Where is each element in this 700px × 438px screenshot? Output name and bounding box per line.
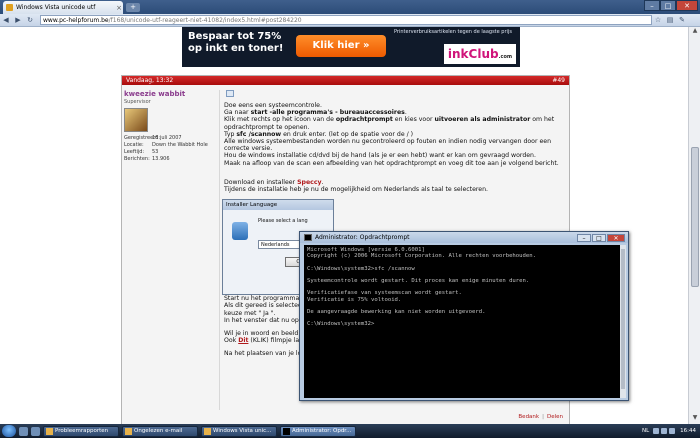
quicklaunch-desktop-icon[interactable] — [19, 426, 28, 436]
user-info-row: Berichten: 13.906 — [124, 156, 170, 162]
cmd-scrollbar[interactable] — [620, 245, 626, 398]
share-button[interactable]: Delen — [547, 414, 563, 420]
avatar[interactable] — [124, 108, 148, 132]
thank-button[interactable]: Bedank — [518, 414, 539, 420]
browser-icon — [204, 427, 211, 435]
tab-strip: Windows Vista unicode utf × + – □ ✕ — [0, 0, 700, 14]
page-scrollbar[interactable]: ▲ ▼ — [688, 27, 700, 424]
scroll-down-icon[interactable]: ▼ — [689, 414, 700, 424]
tab-forum[interactable]: Windows Vista unicode utf × — [3, 1, 123, 14]
post-date: Vandaag, 13:32 — [126, 77, 174, 84]
page-menu-icon[interactable]: ▤ — [664, 15, 676, 26]
taskbar-button[interactable]: Probleemrapporten — [43, 425, 119, 437]
cmd-maximize-button[interactable]: □ — [592, 233, 606, 242]
banner-cta-button[interactable]: Klik hier » — [296, 35, 386, 57]
window-controls: – □ ✕ — [644, 0, 698, 11]
post-footer: Bedank | Delen — [518, 414, 563, 420]
taskbar-button[interactable]: Ongelezen e-mail — [122, 425, 198, 437]
post-icon — [226, 90, 234, 97]
cmd-scroll-thumb[interactable] — [621, 249, 625, 389]
scroll-up-icon[interactable]: ▲ — [689, 27, 700, 37]
username-link[interactable]: kweezie wabbit — [124, 90, 216, 98]
taskbar-button[interactable]: Windows Vista unic... — [201, 425, 277, 437]
system-tray: NL 16:44 — [642, 428, 700, 434]
banner-side: Printerverbruiksartikelen tegen de laags… — [390, 27, 520, 67]
cmd-title: Administrator: Opdrachtprompt — [315, 234, 410, 241]
address-bar[interactable]: www.pc-helpforum.be/f168/unicode-utf-rea… — [40, 15, 652, 25]
user-panel: kweezie wabbit Supervisor Geregistreerd:… — [124, 90, 216, 163]
quicklaunch-browser-icon[interactable] — [31, 426, 40, 436]
banner-headline: Bespaar tot 75% op inkt en toner! — [188, 31, 284, 54]
ad-banner[interactable]: Bespaar tot 75% op inkt en toner! Klik h… — [182, 27, 520, 67]
bookmark-star-icon[interactable]: ☆ — [652, 15, 664, 26]
installer-icon — [232, 222, 248, 240]
inkclub-logo: inkClub.com — [444, 44, 516, 64]
close-button[interactable]: ✕ — [676, 0, 698, 11]
banner-small-text: Printerverbruiksartikelen tegen de laags… — [394, 29, 512, 35]
video-link[interactable]: Dit — [238, 337, 248, 344]
app-icon — [46, 427, 53, 435]
security-icon[interactable] — [669, 428, 676, 434]
user-rank: Supervisor — [124, 99, 151, 105]
new-tab-button[interactable]: + — [126, 3, 140, 12]
installer-prompt: Please select a lang — [258, 218, 308, 224]
console-line: C:\Windows\system32> — [307, 321, 375, 328]
tools-menu-icon[interactable]: ✎ — [676, 15, 688, 26]
volume-icon[interactable] — [661, 428, 668, 434]
minimize-button[interactable]: – — [644, 0, 660, 11]
taskbar: Probleemrapporten Ongelezen e-mail Windo… — [0, 424, 700, 438]
cmd-minimize-button[interactable]: – — [577, 233, 591, 242]
scroll-thumb[interactable] — [691, 147, 699, 287]
installer-title: Installer Language — [223, 200, 333, 210]
user-info-row: Leeftijd: 53 — [124, 149, 159, 155]
url-path: /f168/unicode-utf-reageert-niet-41082/in… — [108, 16, 302, 24]
post-header: Vandaag, 13:32 #49 — [122, 76, 569, 85]
taskbar-button[interactable]: Administrator: Opdr... — [280, 425, 356, 437]
cmd-window[interactable]: Administrator: Opdrachtprompt – □ ✕ Micr… — [299, 231, 629, 401]
tab-close-icon[interactable]: × — [115, 4, 123, 12]
network-icon[interactable] — [653, 428, 660, 434]
language-indicator[interactable]: NL — [642, 428, 649, 434]
url-host: www.pc-helpforum.be — [43, 16, 109, 24]
browser-toolbar: ◀ ▶ ↻ www.pc-helpforum.be/f168/unicode-u… — [0, 14, 700, 27]
cmd-icon — [283, 427, 290, 435]
user-info-row: Geregistreerd: 16 juli 2007 — [124, 135, 182, 141]
cmd-close-button[interactable]: ✕ — [607, 233, 625, 242]
mail-icon — [125, 427, 132, 435]
forward-icon[interactable]: ▶ — [12, 15, 24, 26]
speccy-link[interactable]: Speccy — [297, 179, 321, 186]
cmd-icon — [304, 234, 312, 241]
clock[interactable]: 16:44 — [680, 428, 696, 434]
back-icon[interactable]: ◀ — [0, 15, 12, 26]
reload-icon[interactable]: ↻ — [24, 15, 36, 26]
post-number-link[interactable]: #49 — [552, 76, 565, 85]
maximize-button[interactable]: □ — [660, 0, 676, 11]
tab-title: Windows Vista unicode utf — [16, 4, 96, 11]
cmd-console[interactable]: Microsoft Windows [versie 6.0.6001] Copy… — [304, 245, 620, 398]
favicon-icon — [6, 4, 13, 11]
user-info-row: Locatie: Down the Wabbit Hole — [124, 142, 208, 148]
cmd-titlebar[interactable]: Administrator: Opdrachtprompt – □ ✕ — [300, 232, 628, 243]
start-button[interactable] — [2, 425, 16, 437]
